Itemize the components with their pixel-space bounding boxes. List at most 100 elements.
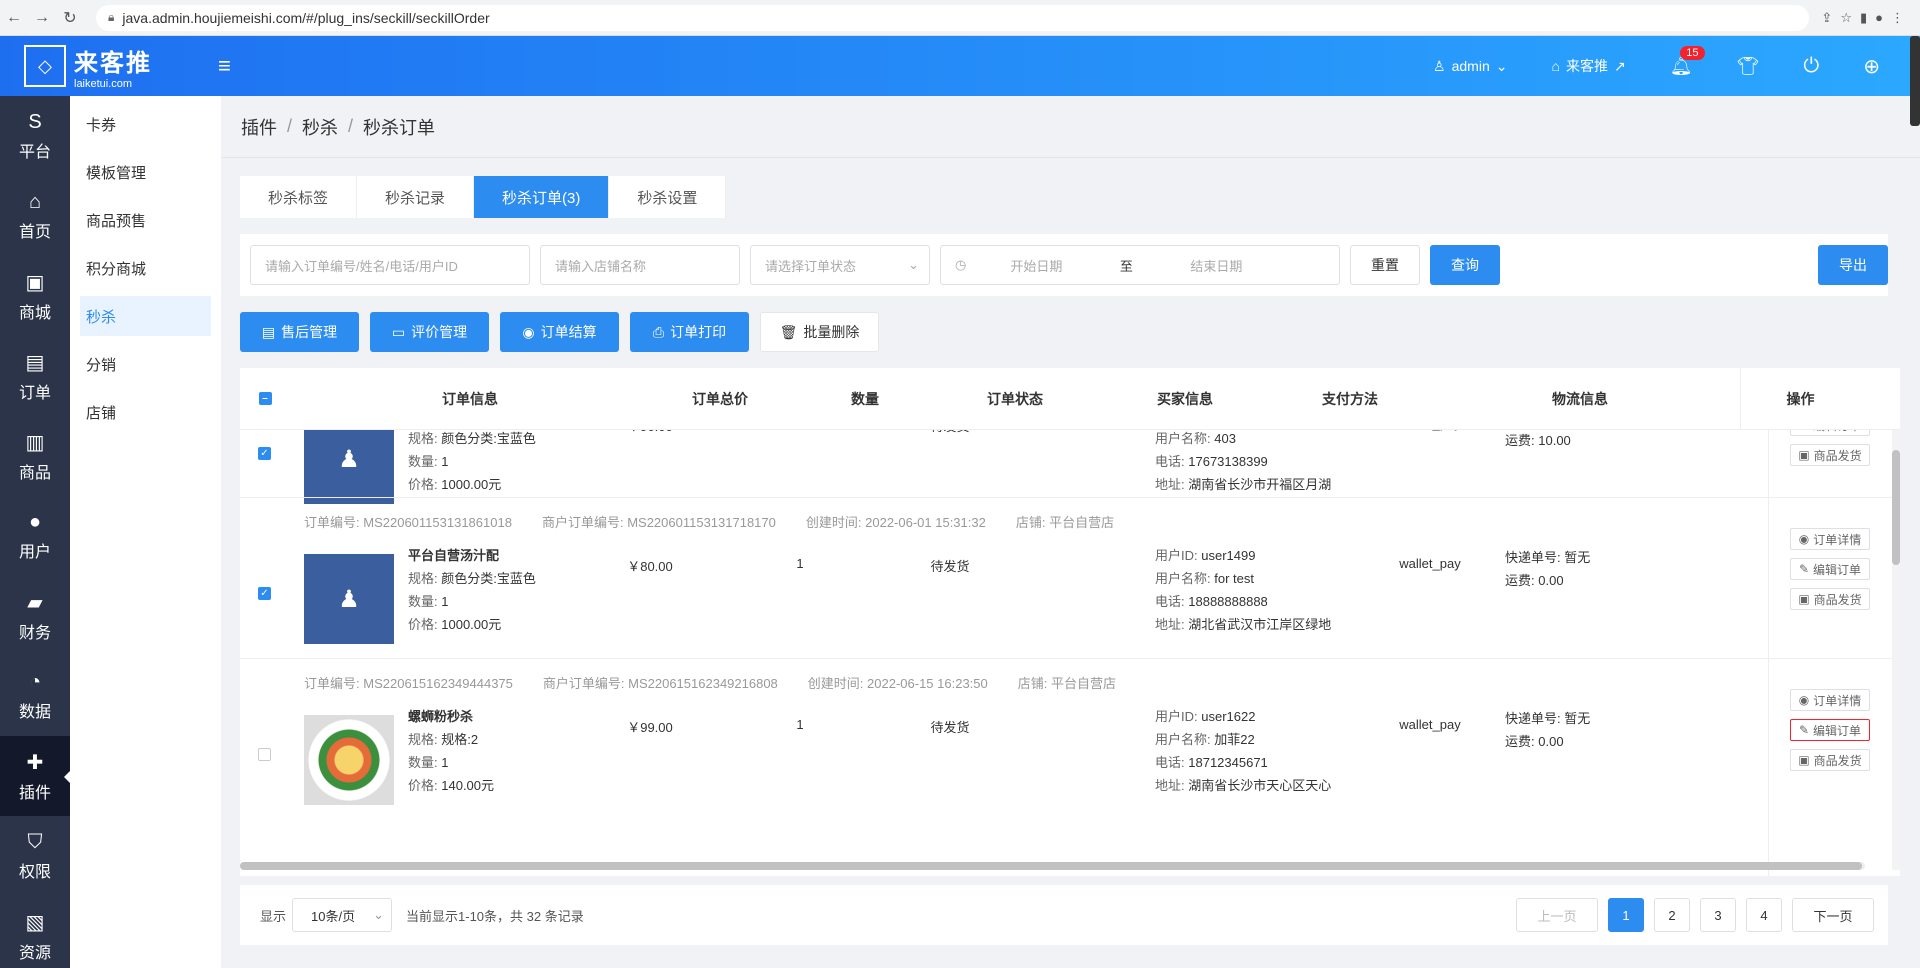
main-nav-item[interactable]: ⛉ 权限	[0, 816, 70, 896]
horizontal-scrollbar[interactable]	[240, 862, 1865, 870]
notification-button[interactable]: 🔔︎ 15	[1670, 45, 1705, 77]
goods-name[interactable]: 螺蛳粉秒杀	[408, 705, 494, 728]
sub-nav-item[interactable]: 商品预售	[80, 200, 211, 240]
logo-cn: 来客推	[74, 49, 152, 77]
page-3-button[interactable]: 3	[1700, 898, 1736, 932]
tracking-number-label: 快递单号:	[1505, 711, 1561, 726]
main-nav-label: 插件	[18, 784, 51, 802]
op-label: 商品发货	[1813, 753, 1862, 768]
main-nav-item[interactable]: ▧ 资源	[0, 896, 70, 968]
shirt-icon[interactable]: 👕︎	[1737, 56, 1760, 77]
forward-icon[interactable]: →	[28, 4, 56, 32]
hamburger-icon[interactable]: ≡	[218, 53, 231, 79]
query-button[interactable]: 查询	[1430, 245, 1500, 285]
nav-icon: S	[28, 110, 42, 133]
power-icon[interactable]: ⏻	[1803, 55, 1819, 78]
col-qty: 数量	[851, 390, 879, 407]
nav-icon: ▤	[25, 351, 45, 374]
op-button[interactable]: ◉ 订单详情	[1790, 689, 1870, 711]
main-nav-item[interactable]: ◔ 数据	[0, 656, 70, 736]
page-1-button[interactable]: 1	[1608, 898, 1644, 932]
sub-nav-item[interactable]: 积分商城	[80, 248, 211, 288]
main-nav-item[interactable]: ▰ 财务	[0, 576, 70, 656]
sub-nav-item[interactable]: 卡券	[80, 104, 211, 144]
freight-value: 0.00	[1538, 734, 1564, 749]
col-logistics: 物流信息	[1552, 390, 1608, 407]
tab-seckill-tags[interactable]: 秒杀标签	[240, 176, 358, 218]
print-button[interactable]: ⎙ 订单打印	[630, 312, 749, 352]
breadcrumb-item[interactable]: 秒杀	[302, 114, 338, 140]
page-size-select[interactable]: 10条/页 ⌄	[292, 898, 393, 932]
ops-column-divider	[1768, 368, 1769, 876]
page-2-button[interactable]: 2	[1654, 898, 1690, 932]
main-nav-item[interactable]: ✚ 插件	[0, 736, 71, 816]
goods-qty: 数量: 1	[408, 751, 494, 774]
date-range-picker[interactable]: ◷ 开始日期 至 结束日期	[940, 245, 1340, 285]
sub-nav-item[interactable]: 分销	[80, 344, 211, 384]
address-bar[interactable]: 🔒︎ java.admin.houjiemeishi.com/#/plug_in…	[96, 4, 1810, 31]
goods-price-value: 140.00元	[441, 778, 495, 793]
start-date[interactable]: 开始日期	[966, 256, 1106, 275]
batch-delete-button[interactable]: 🗑︎ 批量删除	[760, 312, 879, 352]
user-name: admin	[1451, 58, 1490, 74]
main-nav-item[interactable]: ● 用户	[0, 496, 70, 576]
main-nav-label: 商城	[18, 304, 51, 322]
globe-icon[interactable]: ⊕	[1863, 54, 1880, 79]
reload-icon[interactable]: ↻	[56, 4, 84, 32]
op-button[interactable]: ▣ 商品发货	[1790, 749, 1870, 771]
order-count: 1	[796, 717, 804, 732]
store-link[interactable]: ⌂ 来客推 ↗	[1551, 56, 1625, 76]
goods-price: 价格: 140.00元	[408, 774, 494, 797]
notification-badge: 15	[1680, 45, 1705, 60]
status-select[interactable]: 请选择订单状态 ⌄	[750, 245, 930, 285]
select-all-checkbox[interactable]: –	[258, 392, 272, 405]
row-checkbox[interactable]	[258, 748, 271, 761]
order-number-value: MS220615162349444375	[363, 675, 513, 691]
share-icon[interactable]: ⇪	[1821, 10, 1832, 26]
settlement-button[interactable]: ◉ 订单结算	[500, 312, 619, 352]
export-button[interactable]: 导出	[1818, 245, 1888, 285]
main-nav-label: 资源	[18, 944, 51, 962]
order-total: ￥99.00	[627, 720, 673, 735]
product-image[interactable]	[304, 715, 394, 805]
prev-page-button[interactable]: 上一页	[1516, 898, 1598, 932]
buyer-user-id: 用户ID: user1622	[1155, 705, 1355, 728]
pager: 上一页 1 2 3 4 下一页	[1516, 898, 1888, 932]
sub-nav-item[interactable]: 秒杀	[80, 296, 211, 336]
main-nav-label: 权限	[18, 863, 51, 881]
sidepanel-icon[interactable]: ▮	[1860, 10, 1867, 26]
page-4-button[interactable]: 4	[1746, 898, 1782, 932]
reset-button[interactable]: 重置	[1350, 245, 1420, 285]
store-name-value: 平台自营店	[1051, 675, 1117, 691]
vertical-scrollbar[interactable]	[1892, 430, 1900, 870]
logo[interactable]: ◇ 来客推 laiketui.com	[0, 43, 210, 90]
user-menu[interactable]: ♙ admin ⌄	[1433, 58, 1507, 75]
settlement-label: 订单结算	[540, 324, 597, 340]
end-date[interactable]: 结束日期	[1146, 256, 1286, 275]
store-search-input[interactable]: 请输入店铺名称	[540, 245, 740, 285]
main-nav-item[interactable]: ▤ 订单	[0, 336, 70, 416]
main-nav-item[interactable]: ▥ 商品	[0, 416, 70, 496]
profile-icon[interactable]: ●	[1875, 10, 1883, 26]
review-button[interactable]: ▭ 评价管理	[370, 312, 489, 352]
main-nav-item[interactable]: S 平台	[0, 96, 70, 176]
sub-nav-item[interactable]: 店铺	[80, 392, 211, 432]
menu-icon[interactable]: ⋮	[1891, 10, 1904, 26]
breadcrumb-item[interactable]: 插件	[241, 114, 277, 140]
tab-seckill-records[interactable]: 秒杀记录	[357, 176, 475, 218]
next-page-button[interactable]: 下一页	[1792, 898, 1874, 932]
tab-seckill-settings[interactable]: 秒杀设置	[609, 176, 727, 218]
tab-seckill-orders[interactable]: 秒杀订单(3)	[474, 176, 610, 218]
external-link-icon: ↗	[1613, 57, 1626, 74]
star-icon[interactable]: ☆	[1840, 10, 1852, 26]
clock-icon: ◷	[955, 257, 967, 272]
order-table: ✓♟平台自营汤汁配规格: 颜色分类:宝蓝色数量: 1价格: 1000.00元￥9…	[240, 368, 1900, 876]
order-search-input[interactable]: 请输入订单编号/姓名/电话/用户ID	[250, 245, 530, 285]
main-nav-item[interactable]: ▣ 商城	[0, 256, 70, 336]
main-nav-item[interactable]: ⌂ 首页	[0, 176, 70, 256]
after-sales-button[interactable]: ▤ 售后管理	[240, 312, 359, 352]
op-button[interactable]: ✎编辑订单	[1790, 719, 1870, 741]
buyer-user-id-value: user1622	[1201, 709, 1256, 724]
sub-nav-item[interactable]: 模板管理	[80, 152, 211, 192]
back-icon[interactable]: ←	[0, 4, 28, 32]
